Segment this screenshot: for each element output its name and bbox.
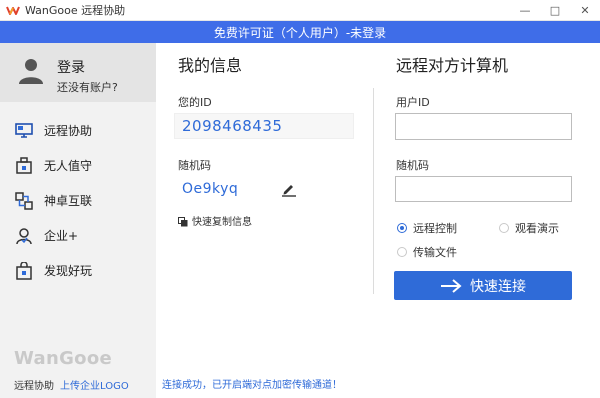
sidebar-item-unattended[interactable]: 无人值守 — [0, 148, 156, 183]
monitor-icon — [14, 121, 34, 141]
option-transfer-file[interactable]: 传输文件 — [397, 244, 457, 260]
sidebar-item-label: 神卓互联 — [44, 194, 93, 208]
radio-label: 远程控制 — [413, 222, 457, 235]
your-id-label: 您的ID — [178, 96, 212, 109]
quick-copy-label: 快速复制信息 — [192, 217, 252, 228]
maximize-button[interactable]: □ — [540, 0, 570, 21]
network-icon — [14, 191, 34, 211]
login-panel[interactable]: 登录 还没有账户? — [0, 43, 156, 102]
quick-connect-label: 快速连接 — [470, 278, 526, 295]
your-id-value: 2098468435 — [182, 117, 283, 135]
unattended-icon — [14, 156, 34, 176]
sidebar-item-label: 发现好玩 — [44, 264, 93, 278]
remote-code-label: 随机码 — [396, 159, 429, 172]
option-watch-demo[interactable]: 观看演示 — [499, 220, 559, 236]
copy-icon — [178, 216, 188, 226]
sidebar-item-discover[interactable]: 发现好玩 — [0, 253, 156, 288]
my-info-title: 我的信息 — [178, 56, 243, 75]
connection-status: 连接成功，已开启端对点加密传输通道！ — [162, 380, 342, 391]
sidebar-item-enterprise[interactable]: 企业+ — [0, 218, 156, 253]
signup-link[interactable]: 还没有账户? — [57, 79, 118, 95]
window-controls: — □ ✕ — [510, 0, 600, 21]
sidebar-item-label: 无人值守 — [44, 159, 93, 173]
sidebar-item-label: 远程协助 — [44, 124, 93, 138]
sidebar-nav: 远程协助 无人值守 神卓互联 企业+ 发现好玩 — [0, 113, 156, 288]
avatar-icon — [16, 55, 46, 85]
arrow-right-icon — [440, 278, 462, 293]
title-bar: WanGooe 远程协助 — □ ✕ — [0, 0, 600, 21]
radio-label: 传输文件 — [413, 246, 457, 259]
user-id-input[interactable] — [395, 113, 572, 140]
option-remote-control[interactable]: 远程控制 — [397, 220, 457, 236]
radio-label: 观看演示 — [515, 222, 559, 235]
radio-remote-control[interactable] — [397, 223, 407, 233]
enterprise-icon — [14, 226, 34, 246]
sidebar: 登录 还没有账户? 远程协助 无人值守 神卓互联 企业+ 发现好玩 WanGoo… — [0, 43, 156, 398]
close-button[interactable]: ✕ — [570, 0, 600, 21]
remote-code-input[interactable] — [395, 176, 572, 202]
license-banner: 免费许可证（个人用户）-未登录 — [0, 21, 600, 43]
brand-footer-label: 远程协助 — [14, 381, 54, 392]
section-divider — [373, 88, 374, 294]
edit-code-icon[interactable] — [281, 181, 297, 197]
radio-transfer-file[interactable] — [397, 247, 407, 257]
sidebar-item-shenzhuo[interactable]: 神卓互联 — [0, 183, 156, 218]
quick-connect-button[interactable]: 快速连接 — [394, 271, 572, 300]
quick-copy-button[interactable]: 快速复制信息 — [178, 213, 252, 228]
license-text: 免费许可证（个人用户）-未登录 — [213, 25, 387, 40]
window-title: WanGooe 远程协助 — [25, 4, 126, 17]
brand-logo: WanGooe — [14, 348, 112, 369]
sidebar-item-remote-assist[interactable]: 远程协助 — [0, 113, 156, 148]
minimize-button[interactable]: — — [510, 0, 540, 21]
login-link[interactable]: 登录 — [57, 57, 85, 77]
bag-icon — [14, 261, 34, 281]
app-logo-icon — [6, 3, 20, 17]
user-id-label: 用户ID — [396, 96, 430, 109]
brand-footer: 远程协助 上传企业LOGO — [14, 377, 129, 392]
sidebar-item-label: 企业+ — [44, 229, 79, 243]
random-code-value: Oe9kyq — [182, 181, 239, 197]
upload-logo-link[interactable]: 上传企业LOGO — [60, 381, 129, 392]
remote-computer-title: 远程对方计算机 — [396, 56, 509, 75]
random-code-label: 随机码 — [178, 159, 211, 172]
radio-watch-demo[interactable] — [499, 223, 509, 233]
